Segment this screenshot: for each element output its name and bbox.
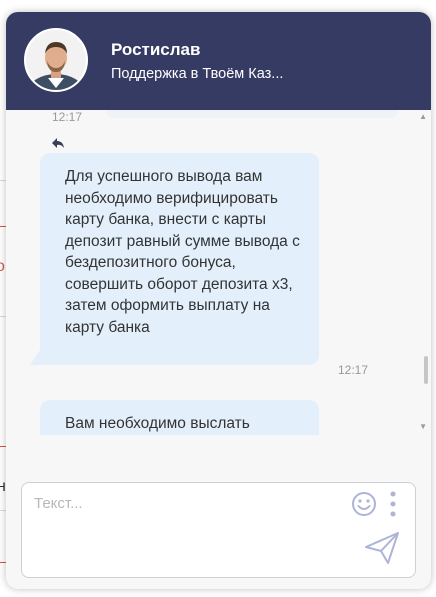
agent-subtitle: Поддержка в Твоём Каз... [111, 66, 284, 82]
message-input[interactable] [32, 493, 346, 523]
message-bubble: Вам необходимо выслать [40, 400, 319, 435]
background-text-fragment: о [0, 258, 5, 275]
reply-icon [52, 138, 64, 148]
chat-widget: Ростислав Поддержка в Твоём Каз... 12:17… [6, 12, 431, 589]
agent-name: Ростислав [111, 40, 201, 59]
scrollbar-thumb[interactable] [424, 356, 428, 384]
previous-message-bubble [106, 110, 398, 118]
scroll-down-arrow[interactable]: ▼ [419, 422, 427, 431]
agent-avatar [24, 28, 88, 92]
chat-header: Ростислав Поддержка в Твоём Каз... [6, 12, 431, 110]
message-time: 12:17 [338, 363, 369, 377]
more-vert-icon[interactable] [386, 489, 400, 519]
emoji-icon[interactable] [351, 491, 377, 517]
message-list[interactable]: 12:17 Для успешного вывода вам необходим… [6, 110, 431, 435]
message-bubble: Для успешного вывода вам необходимо вери… [40, 153, 319, 365]
message-composer [21, 482, 416, 578]
message-bubble-tail [30, 347, 42, 365]
send-icon[interactable] [364, 531, 400, 565]
background-text-fragment: н [0, 478, 6, 495]
scroll-up-arrow[interactable]: ▲ [419, 112, 427, 121]
previous-message-time: 12:17 [52, 110, 83, 124]
